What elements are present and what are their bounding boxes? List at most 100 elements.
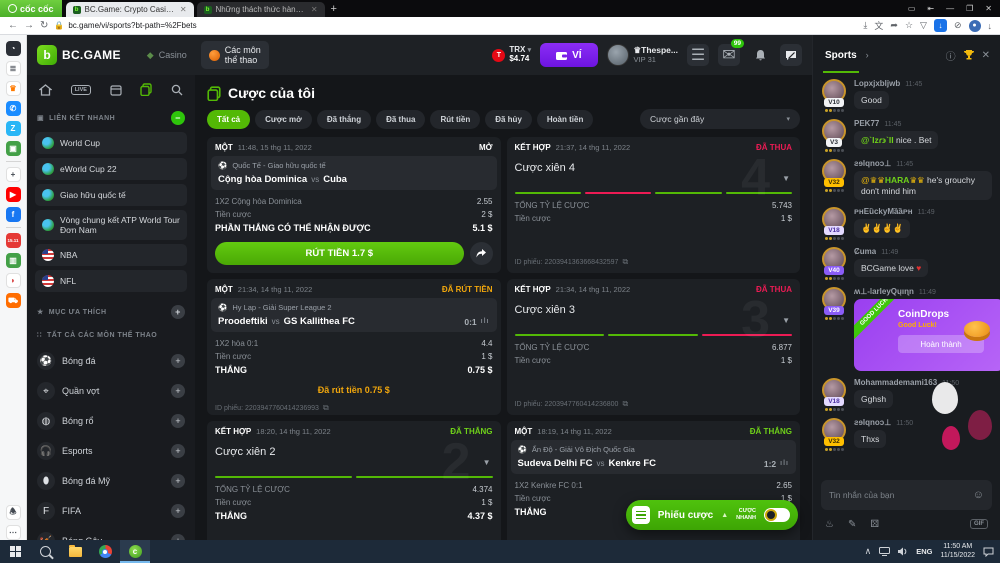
- hot-topics-icon[interactable]: ♨: [825, 519, 834, 530]
- add-favorite-button[interactable]: +: [171, 305, 185, 319]
- window-close-button[interactable]: ✕: [985, 4, 992, 13]
- chevron-down-icon[interactable]: ▼: [782, 174, 790, 183]
- emoji-icon[interactable]: ☺: [973, 489, 984, 501]
- wallet-button[interactable]: VÍ: [540, 43, 597, 67]
- window-restore-button[interactable]: ❐: [966, 4, 973, 13]
- home-icon[interactable]: [39, 84, 52, 96]
- chat-username[interactable]: ʍ⊥-ǀarleyQųıɳn: [854, 287, 914, 296]
- sidebar-sport-item[interactable]: ⬮Bóng đá Mỹ+: [35, 466, 187, 496]
- forward-button[interactable]: →: [24, 20, 34, 31]
- back-shortcut-icon[interactable]: ⇤: [927, 4, 934, 13]
- search-icon[interactable]: [171, 84, 183, 96]
- chevron-down-icon[interactable]: ▼: [782, 316, 790, 325]
- nav-sports[interactable]: Các mônthể thao: [201, 41, 269, 70]
- stats-icon[interactable]: ılı: [780, 460, 789, 467]
- language-indicator[interactable]: ENG: [916, 547, 932, 556]
- combo-panel[interactable]: Cược xiên 44▼: [507, 156, 801, 176]
- filter-pill[interactable]: Đã hủy: [485, 110, 532, 129]
- taskbar-clock[interactable]: 11:50 AM11/15/2022: [940, 543, 975, 561]
- messenger-icon[interactable]: ✆: [6, 101, 21, 116]
- trophy-icon[interactable]: [963, 49, 975, 61]
- address-field[interactable]: 🔒 bc.game/vi/sports?bt-path=%2Fbets: [54, 19, 857, 32]
- save-to-device-icon[interactable]: ⤓: [863, 20, 867, 31]
- chat-toggle-icon[interactable]: [780, 44, 802, 66]
- copy-icon[interactable]: ⧉: [323, 403, 329, 413]
- coccoc-browser-logo[interactable]: cốc cốc: [0, 0, 62, 17]
- downloads-icon[interactable]: ↓: [988, 21, 993, 31]
- tab-close-icon[interactable]: ✕: [180, 5, 187, 14]
- display-icon[interactable]: [879, 547, 890, 556]
- sidebar-sport-item[interactable]: FFIFA+: [35, 496, 187, 526]
- window-minimize-button[interactable]: —: [946, 4, 954, 13]
- taskbar-search-button[interactable]: [30, 540, 60, 563]
- my-bets-icon[interactable]: [140, 83, 152, 96]
- sidebar-quick-link[interactable]: Giao hữu quốc tế: [35, 184, 187, 206]
- chat-message-input[interactable]: [829, 490, 967, 500]
- bell-icon[interactable]: [749, 44, 771, 66]
- sidebar-quick-link[interactable]: NBA: [35, 244, 187, 266]
- expand-sport-button[interactable]: +: [171, 384, 185, 398]
- zalo-icon[interactable]: Z: [6, 121, 21, 136]
- chat-username[interactable]: Ȼuma: [854, 247, 876, 256]
- download-active-icon[interactable]: ↓: [934, 19, 947, 32]
- sidebar-sport-item[interactable]: ⌖Quần vợt+: [35, 376, 187, 406]
- expand-sport-button[interactable]: +: [171, 474, 185, 488]
- betslip-button[interactable]: Phiếu cược ▲ CƯỢCNHANH: [626, 500, 798, 530]
- match-panel[interactable]: ⚽Hy Lạp - Giải Super League 2Proodeftiki…: [211, 298, 497, 332]
- chat-username[interactable]: ƨɘlqnoɔ⊥: [854, 418, 891, 427]
- expand-sport-button[interactable]: +: [171, 414, 185, 428]
- chrome-button[interactable]: [90, 540, 120, 563]
- reader-mode-icon[interactable]: ▭: [908, 4, 916, 13]
- filter-pill[interactable]: Rút tiền: [430, 110, 480, 129]
- browser-profile-icon[interactable]: ●: [969, 20, 981, 32]
- schedule-icon[interactable]: [110, 84, 122, 96]
- coccoc-menu-icon[interactable]: ◔: [6, 41, 21, 56]
- chevron-down-icon[interactable]: ▼: [483, 458, 491, 467]
- rules-pen-icon[interactable]: ✎: [848, 519, 856, 530]
- chevron-right-icon[interactable]: ›: [866, 50, 939, 60]
- chat-tab-sports[interactable]: Sports: [823, 38, 859, 73]
- coccoc-browser-button[interactable]: c: [120, 540, 150, 563]
- youtube-icon[interactable]: ▶: [6, 187, 21, 202]
- user-profile[interactable]: ♛Thespe... VIP 31: [607, 44, 678, 66]
- filter-pill[interactable]: Hoàn tiền: [537, 110, 593, 129]
- browser-tab-inactive[interactable]: b Những thách thức hàng ngà ✕: [197, 2, 325, 17]
- start-button[interactable]: [0, 540, 30, 563]
- new-tab-button[interactable]: +: [331, 3, 337, 15]
- expand-sport-button[interactable]: +: [171, 504, 185, 518]
- match-panel[interactable]: ⚽Quốc Tế - Giao hữu quốc tếCộng hòa Domi…: [211, 156, 497, 190]
- sidebar-quick-link[interactable]: NFL: [35, 270, 187, 292]
- filter-pill[interactable]: Tất cả: [207, 110, 250, 129]
- quick-bet-toggle[interactable]: [764, 508, 790, 522]
- bell-icon[interactable]: 🕭: [6, 505, 21, 520]
- speaker-icon[interactable]: [898, 547, 908, 556]
- currency-selector[interactable]: T TRX ▾ $4.74: [492, 46, 531, 64]
- translate-icon[interactable]: 文: [874, 19, 883, 32]
- expand-sport-button[interactable]: +: [171, 354, 185, 368]
- nav-casino[interactable]: ◆ Casino: [139, 46, 195, 65]
- newsfeed-icon[interactable]: ≣: [6, 61, 21, 76]
- chat-username[interactable]: ᴘʜEȕckyMȁȁᴘʜ: [854, 207, 913, 216]
- collapse-quick-links-button[interactable]: −: [171, 111, 185, 125]
- cashier-menu-icon[interactable]: ☰: [687, 44, 709, 66]
- share-bet-button[interactable]: [470, 242, 493, 265]
- chat-mention[interactable]: @`Ɩzɾ϶`ƖƖ: [861, 135, 894, 145]
- games-icon[interactable]: ▣: [6, 141, 21, 156]
- add-icon[interactable]: +: [6, 167, 21, 182]
- crown-icon[interactable]: ♛: [6, 81, 21, 96]
- more-icon[interactable]: ⋯: [6, 525, 21, 540]
- copy-icon[interactable]: ⧉: [622, 257, 628, 267]
- lock-icon[interactable]: 🔒: [54, 21, 64, 30]
- sidebar-quick-link[interactable]: Vòng chung kết ATP World Tour Đơn Nam: [35, 210, 187, 240]
- coindrops-complete-button[interactable]: Hoàn thành: [898, 335, 984, 353]
- lazada-icon[interactable]: ◗: [6, 273, 21, 288]
- gif-button[interactable]: GIF: [970, 519, 988, 529]
- filter-pill[interactable]: Đã thua: [376, 110, 425, 129]
- chat-username[interactable]: ƨɘlqnoɔ⊥: [854, 159, 891, 168]
- adblock-shield-icon[interactable]: ▽: [920, 20, 927, 31]
- share-icon[interactable]: ➦: [890, 20, 898, 31]
- cashout-button[interactable]: RÚT TIỀN 1.7 $: [215, 242, 464, 265]
- chat-username[interactable]: Mohammademami163: [854, 378, 937, 387]
- browser-tab-active[interactable]: b BC.Game: Crypto Casino Gan ✕: [66, 2, 194, 17]
- sidebar-quick-link[interactable]: eWorld Cup 22: [35, 158, 187, 180]
